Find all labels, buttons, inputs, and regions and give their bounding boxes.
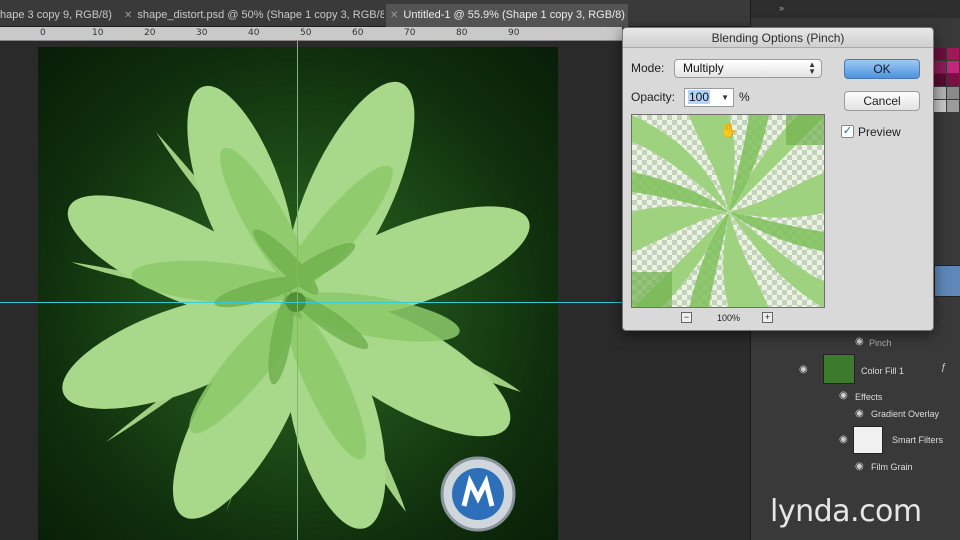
eye-icon[interactable]: ◉ <box>799 364 808 375</box>
eye-icon[interactable]: ◉ <box>855 336 864 347</box>
layer-label: Gradient Overlay <box>871 409 940 419</box>
preview-label: Preview <box>858 125 901 139</box>
ruler-label: 60 <box>352 28 364 38</box>
smart-filter-thumbnail[interactable] <box>853 426 883 454</box>
swatch[interactable] <box>947 100 959 112</box>
hand-cursor-icon: ✋ <box>720 122 737 139</box>
document-canvas[interactable] <box>38 47 558 540</box>
close-icon[interactable]: ✕ <box>390 10 398 21</box>
ruler-label: 50 <box>300 28 312 38</box>
swatch[interactable] <box>947 87 959 99</box>
preview-pane[interactable]: ✋ <box>631 114 825 308</box>
ruler-label: 20 <box>144 28 156 38</box>
cancel-button[interactable]: Cancel <box>844 91 920 111</box>
opacity-label: Opacity: <box>631 90 676 104</box>
tab-label: hape 3 copy 9, RGB/8) <box>0 9 112 21</box>
swatch[interactable] <box>934 74 946 86</box>
tab-label: Untitled-1 @ 55.9% (Shape 1 copy 3, RGB/… <box>403 9 628 21</box>
eye-icon[interactable]: ◉ <box>839 390 848 401</box>
layer-label: Film Grain <box>871 462 913 472</box>
swatch[interactable] <box>947 61 959 73</box>
eye-icon[interactable]: ◉ <box>839 434 848 445</box>
swatch[interactable] <box>947 48 959 60</box>
layer-row-smart-filters[interactable]: Smart Filters <box>892 435 960 445</box>
tab-label: shape_distort.psd @ 50% (Shape 1 copy 3,… <box>137 9 384 21</box>
layer-label: Color Fill 1 <box>861 366 905 376</box>
ruler-label: 70 <box>404 28 416 38</box>
opacity-value[interactable]: 100 <box>688 90 711 104</box>
tab-shape-distort[interactable]: ✕ shape_distort.psd @ 50% (Shape 1 copy 3… <box>120 4 384 27</box>
ok-button[interactable]: OK <box>844 59 920 79</box>
zoom-in-button[interactable]: + <box>762 312 773 323</box>
layer-label: Effects <box>855 392 883 402</box>
eye-icon[interactable]: ◉ <box>855 408 864 419</box>
document-tab-bar: hape 3 copy 9, RGB/8) ✕ shape_distort.psd… <box>0 0 750 27</box>
layer-row-gradient-overlay[interactable]: Gradient Overlay <box>871 409 960 419</box>
layer-label: Smart Filters <box>892 435 944 445</box>
swatches-panel <box>934 48 960 158</box>
preview-checkbox[interactable]: ✓ <box>841 125 854 138</box>
zoom-value: 100% <box>717 313 741 323</box>
panel-header: » <box>751 0 960 18</box>
swatch[interactable] <box>934 100 946 112</box>
dialog-title[interactable]: Blending Options (Pinch) <box>623 28 933 48</box>
chevron-down-icon[interactable]: ▼ <box>721 89 729 106</box>
layer-label: Pinch <box>869 338 892 348</box>
tab-shape-3-copy-9[interactable]: hape 3 copy 9, RGB/8) <box>0 4 118 27</box>
preview-image: ✋ <box>632 115 824 307</box>
horizontal-guide[interactable] <box>0 302 622 303</box>
tab-untitled-1[interactable]: ✕ Untitled-1 @ 55.9% (Shape 1 copy 3, RGB… <box>386 4 628 27</box>
swatch[interactable] <box>934 87 946 99</box>
preview-zoom-controls: − 100% + <box>681 312 777 324</box>
mode-value: Multiply <box>683 61 724 75</box>
opacity-field[interactable]: 100 ▼ <box>684 88 734 107</box>
pinched-leaf-artwork <box>62 81 530 532</box>
swatch[interactable] <box>934 61 946 73</box>
collapse-icon[interactable]: » <box>779 3 784 13</box>
swatch[interactable] <box>934 48 946 60</box>
layer-row-pinch[interactable]: Pinch <box>869 338 960 348</box>
ruler-label: 10 <box>92 28 104 38</box>
photoshop-window: hape 3 copy 9, RGB/8) ✕ shape_distort.psd… <box>0 0 960 540</box>
zoom-out-button[interactable]: − <box>681 312 692 323</box>
layer-thumbnail[interactable] <box>823 354 855 384</box>
ruler-label: 30 <box>196 28 208 38</box>
layer-row-film-grain[interactable]: Film Grain <box>871 462 960 472</box>
swatch[interactable] <box>947 74 959 86</box>
lynda-watermark: lynda.com <box>770 494 922 529</box>
layer-row-effects[interactable]: Effects <box>855 392 960 402</box>
ruler-label: 90 <box>508 28 520 38</box>
select-arrows-icon: ▲ ▼ <box>808 60 816 76</box>
layer-thumbnail[interactable] <box>934 265 960 297</box>
horizontal-ruler[interactable]: 0 10 20 30 40 50 60 70 80 90 <box>0 27 622 41</box>
eye-icon[interactable]: ◉ <box>855 461 864 472</box>
fx-icon[interactable]: ƒ <box>941 362 947 373</box>
ruler-label: 40 <box>248 28 260 38</box>
ruler-label: 0 <box>40 28 46 38</box>
mode-label: Mode: <box>631 61 665 75</box>
vertical-guide[interactable] <box>297 41 298 540</box>
logo-badge <box>440 456 516 532</box>
opacity-unit: % <box>739 90 750 104</box>
close-icon[interactable]: ✕ <box>124 10 132 21</box>
ruler-label: 80 <box>456 28 468 38</box>
mode-select[interactable]: Multiply ▲ ▼ <box>674 59 822 78</box>
blending-options-dialog: Blending Options (Pinch) Mode: Multiply … <box>622 27 934 331</box>
